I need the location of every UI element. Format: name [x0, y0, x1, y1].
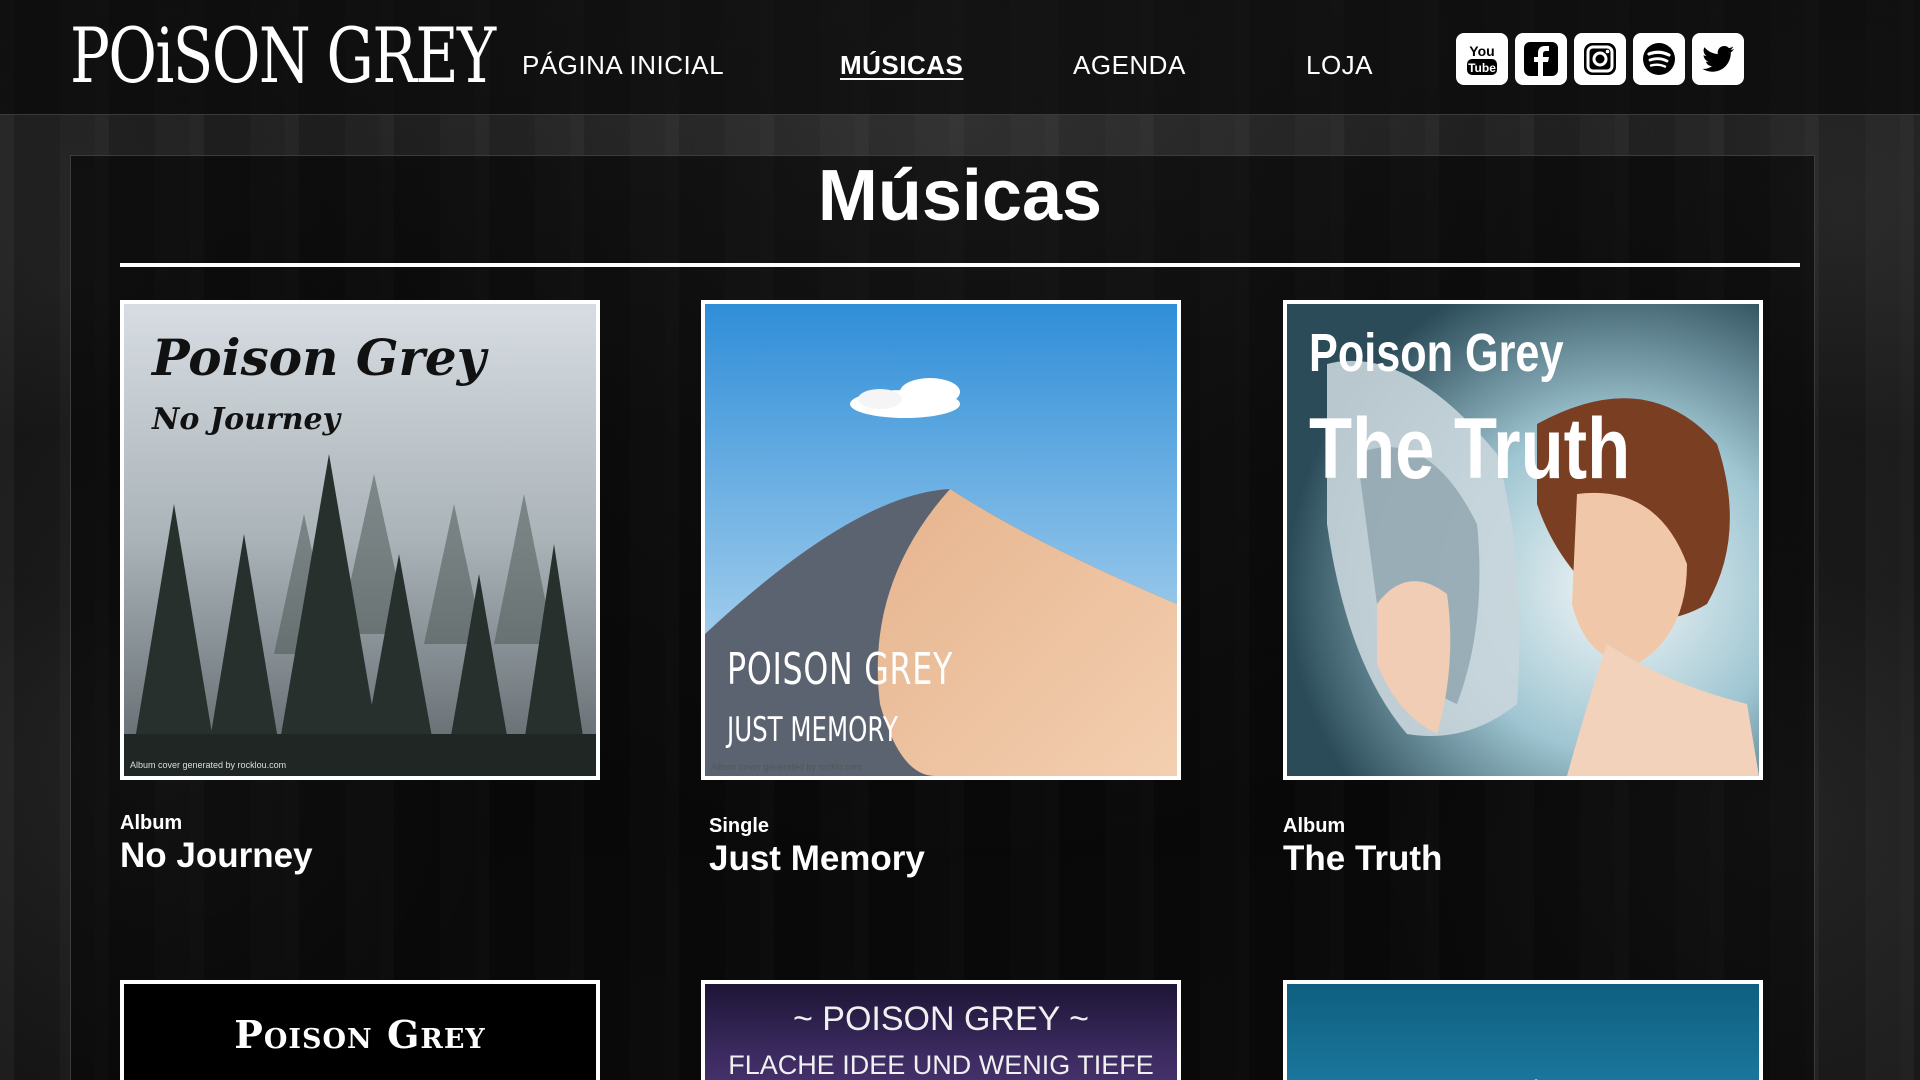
site-header: POiSON GREY PÁGINA INICIAL MÚSICAS AGEND… [0, 0, 1920, 115]
release-title[interactable]: The Truth [1283, 839, 1442, 879]
youtube-icon[interactable]: You Tube [1456, 33, 1508, 85]
release-type: Single [709, 815, 770, 837]
cover-band-text: ~ POISON GREY ~ [792, 1000, 1090, 1038]
facebook-icon[interactable] [1515, 33, 1567, 85]
nav-home[interactable]: PÁGINA INICIAL [522, 50, 724, 81]
album-cover-4[interactable]: Poison Grey [120, 980, 600, 1080]
nav-loja[interactable]: LOJA [1306, 50, 1373, 81]
instagram-icon[interactable] [1574, 33, 1626, 85]
cover-title-text: No Journey [152, 402, 341, 437]
title-divider [120, 263, 1800, 267]
twitter-icon[interactable] [1692, 33, 1744, 85]
album-cover-no-journey[interactable]: Poison Grey No Journey Album cover gener… [120, 300, 600, 780]
album-cover-the-truth[interactable]: Poison Grey The Truth [1283, 300, 1763, 780]
release-title[interactable]: Just Memory [709, 839, 925, 879]
cover-title-text: JUST MEMORY [727, 710, 898, 750]
nav-musicas[interactable]: MÚSICAS [840, 50, 963, 81]
cover-credit-text: Album cover generated by rocklou.com [130, 760, 287, 770]
cover-band-text: Poison Grey [1309, 323, 1564, 383]
cover-title-text: FLACHE IDEE UND WENIG TIEFE [728, 1050, 1154, 1080]
cover-band-text: Poison Grey [152, 328, 486, 387]
album-cover-5[interactable]: ~ POISON GREY ~ FLACHE IDEE UND WENIG TI… [701, 980, 1181, 1080]
nav-agenda[interactable]: AGENDA [1073, 50, 1186, 81]
social-links: You Tube [1456, 33, 1744, 85]
release-type: Album [120, 812, 183, 834]
spotify-icon[interactable] [1633, 33, 1685, 85]
cover-band-text: Poison Grey [234, 1012, 486, 1057]
release-type: Album [1283, 815, 1346, 837]
svg-text:You: You [1469, 43, 1494, 59]
album-cover-6[interactable] [1283, 980, 1763, 1080]
cover-band-text: POISON GREY [727, 644, 954, 695]
release-title[interactable]: No Journey [120, 836, 313, 876]
page-title: Músicas [817, 156, 1103, 236]
cover-title-text: The Truth [1309, 401, 1631, 497]
album-cover-just-memory[interactable]: POISON GREY JUST MEMORY Album cover gene… [701, 300, 1181, 780]
svg-text:Tube: Tube [1468, 61, 1496, 75]
cover-credit-text: Album cover generated by rocklo.com [711, 762, 863, 772]
